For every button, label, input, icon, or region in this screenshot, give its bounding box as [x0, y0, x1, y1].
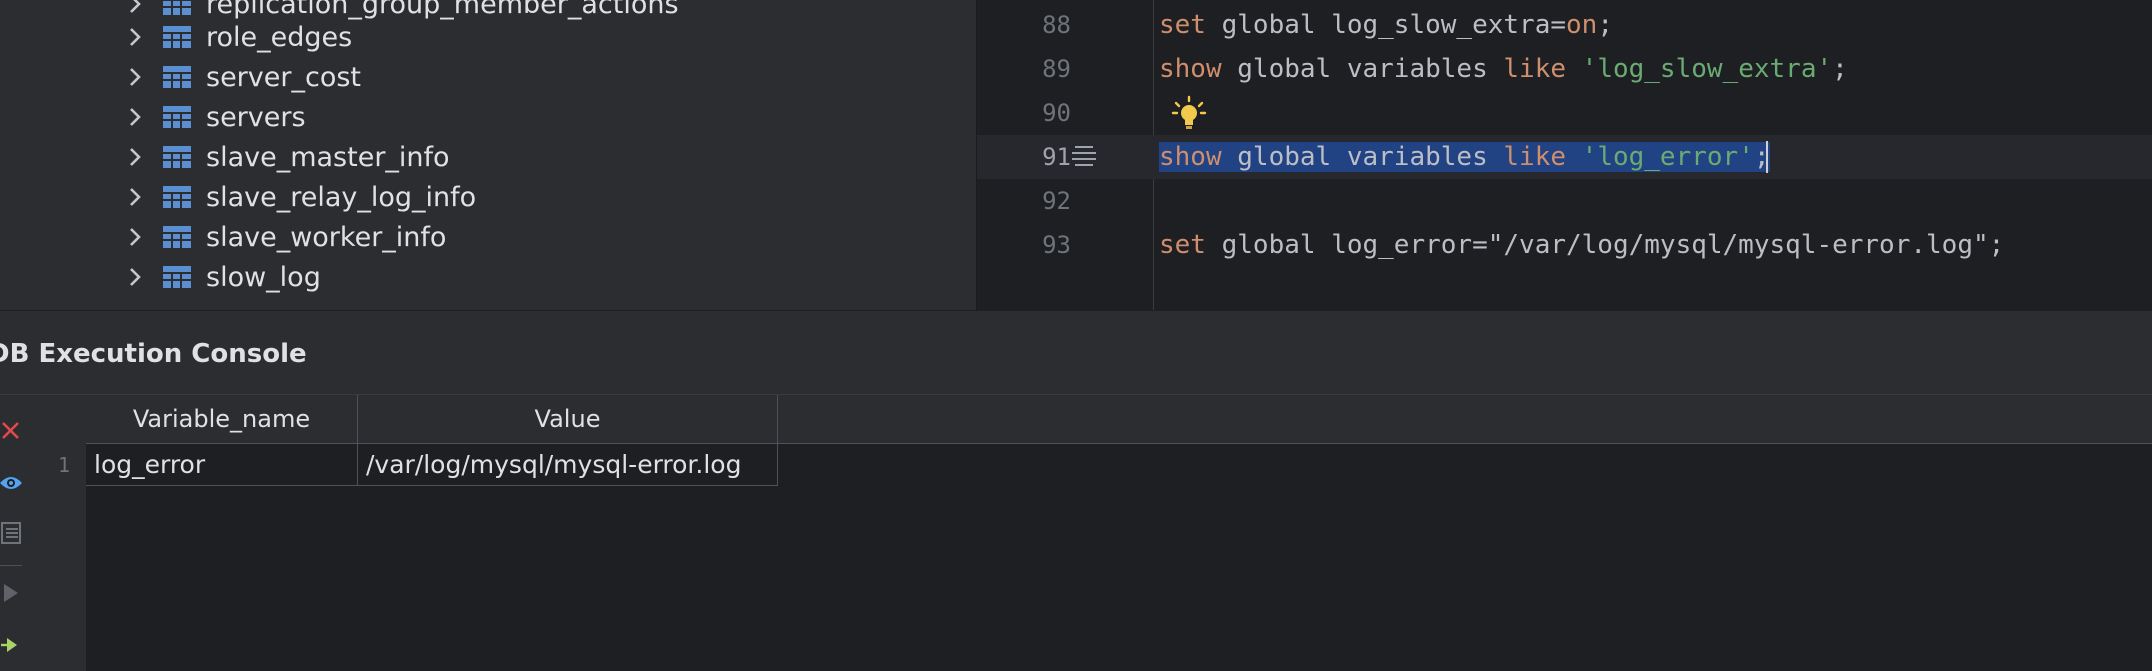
table-icon — [162, 184, 192, 210]
chevron-right-icon[interactable] — [118, 177, 152, 217]
sql-editor[interactable]: 88 set global log_slow_extra=on; 89 show… — [976, 0, 2152, 310]
line-number: 88 — [1042, 11, 1071, 39]
console-body: Variable_name Value 1 log_error /var/log… — [0, 394, 2152, 671]
chevron-right-icon[interactable] — [118, 257, 152, 297]
code-line[interactable]: 90 — [977, 91, 2152, 135]
tree-item[interactable]: server_cost — [118, 57, 361, 97]
tree-item-label: slave_relay_log_info — [206, 181, 477, 213]
column-header-variable-name[interactable]: Variable_name — [86, 395, 358, 443]
chevron-right-icon[interactable] — [118, 137, 152, 177]
grid-data: log_error /var/log/mysql/mysql-error.log — [86, 444, 2152, 671]
tree-item[interactable]: slave_worker_info — [118, 217, 446, 257]
code-text: show global variables like 'log_slow_ext… — [1159, 54, 1848, 84]
tree-item[interactable]: servers — [118, 97, 306, 137]
row-number: 1 — [57, 453, 71, 477]
console-header: DB Execution Console — [0, 310, 2152, 395]
list-icon[interactable] — [0, 519, 22, 547]
tree-item-label: slave_master_info — [206, 141, 450, 173]
tree-item-label: slave_worker_info — [206, 221, 447, 253]
line-number: 91 — [1042, 143, 1071, 171]
chevron-right-icon[interactable] — [118, 217, 152, 257]
text-caret — [1766, 141, 1768, 173]
database-tree: replication_group_member_actions role_ed… — [0, 0, 976, 310]
code-line[interactable]: 89 show global variables like 'log_slow_… — [977, 47, 2152, 91]
step-run-icon[interactable] — [0, 631, 22, 659]
chevron-right-icon[interactable] — [118, 57, 152, 97]
console-title: DB Execution Console — [0, 339, 307, 369]
toolbar-divider — [0, 565, 22, 566]
tree-item[interactable]: role_edges — [118, 17, 352, 57]
code-line[interactable]: 93 set global log_error="/var/log/mysql/… — [977, 223, 2152, 267]
line-number: 92 — [1042, 187, 1071, 215]
run-icon[interactable] — [0, 579, 22, 607]
chevron-right-icon[interactable] — [118, 17, 152, 57]
tree-item-label: server_cost — [206, 61, 361, 93]
column-header-value[interactable]: Value — [358, 395, 778, 443]
line-number: 90 — [1042, 99, 1071, 127]
eye-icon[interactable] — [0, 469, 22, 497]
code-text: set global log_error="/var/log/mysql/mys… — [1159, 230, 2005, 260]
line-number: 93 — [1042, 231, 1071, 259]
chevron-right-icon[interactable] — [118, 97, 152, 137]
tree-item-label: role_edges — [206, 21, 353, 53]
code-line[interactable]: 92 — [977, 179, 2152, 223]
code-line[interactable]: 88 set global log_slow_extra=on; — [977, 3, 2152, 47]
table-icon — [162, 24, 192, 50]
tree-item[interactable]: slow_log — [118, 257, 321, 297]
code-text-selected: show global variables like 'log_error'; — [1159, 142, 1770, 172]
top-region: replication_group_member_actions role_ed… — [0, 0, 2152, 310]
table-cell[interactable]: log_error — [86, 444, 358, 486]
close-icon[interactable] — [0, 417, 22, 445]
table-icon — [162, 104, 192, 130]
result-grid: Variable_name Value 1 log_error /var/log… — [42, 395, 2152, 671]
console-toolbar — [0, 395, 43, 671]
grid-header: Variable_name Value — [86, 395, 2152, 444]
table-icon — [162, 144, 192, 170]
table-icon — [162, 0, 192, 17]
tree-item-label: servers — [206, 101, 306, 133]
tree-item[interactable]: slave_relay_log_info — [118, 177, 476, 217]
execute-gutter-icon[interactable] — [1069, 143, 1099, 178]
tree-item[interactable]: slave_master_info — [118, 137, 450, 177]
code-text: set global log_slow_extra=on; — [1159, 10, 1613, 40]
table-cell[interactable]: /var/log/mysql/mysql-error.log — [358, 444, 778, 486]
code-line-current[interactable]: 91 show global variables like 'log_error… — [977, 135, 2152, 179]
line-number: 89 — [1042, 55, 1071, 83]
table-icon — [162, 64, 192, 90]
lightbulb-icon[interactable] — [1171, 95, 1207, 138]
tree-item-label: slow_log — [206, 261, 321, 293]
table-icon — [162, 224, 192, 250]
row-number-column — [42, 395, 87, 671]
table-icon — [162, 264, 192, 290]
